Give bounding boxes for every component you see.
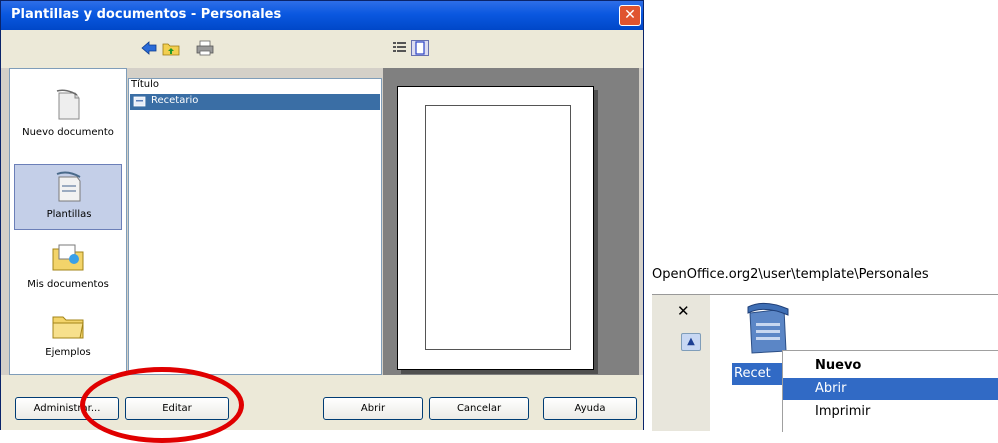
close-icon[interactable]: ✕ bbox=[677, 302, 690, 320]
nav-item-label: Plantillas bbox=[46, 209, 92, 220]
sidebar: Nuevo documento Plantillas Mis documento… bbox=[9, 68, 127, 375]
list-item[interactable]: Recetario bbox=[130, 94, 380, 110]
templates-dialog: Plantillas y documentos - Personales ✕ N… bbox=[0, 0, 644, 430]
templates-icon bbox=[56, 171, 81, 202]
preview-page-margin bbox=[425, 105, 571, 350]
editar-button[interactable]: Editar bbox=[125, 397, 229, 420]
preview-page bbox=[397, 86, 594, 370]
up-folder-icon[interactable] bbox=[162, 40, 180, 56]
menu-item-nuevo[interactable]: Nuevo bbox=[783, 355, 998, 377]
nav-item-label: Mis documentos bbox=[27, 279, 109, 290]
preview-pane bbox=[383, 68, 639, 375]
explorer-view: ✕ ▲ Recet Nuevo Abrir Imprimir bbox=[652, 294, 998, 432]
preview-icon[interactable] bbox=[411, 40, 429, 56]
document-properties-icon[interactable] bbox=[391, 40, 409, 56]
list-item-label: Recetario bbox=[151, 95, 199, 106]
nav-item-templates[interactable]: Plantillas bbox=[14, 164, 122, 230]
ayuda-button[interactable]: Ayuda bbox=[543, 397, 637, 420]
scroll-up-button[interactable]: ▲ bbox=[681, 333, 701, 351]
nav-item-label: Ejemplos bbox=[45, 347, 91, 358]
explorer-side-panel: ✕ ▲ bbox=[652, 295, 710, 431]
nav-item-new-document[interactable]: Nuevo documento bbox=[14, 83, 122, 149]
administrar-button[interactable]: Administrar... bbox=[15, 397, 119, 420]
menu-item-imprimir[interactable]: Imprimir bbox=[783, 401, 998, 423]
examples-icon bbox=[52, 316, 84, 339]
close-button[interactable]: ✕ bbox=[619, 5, 641, 26]
dialog-title: Plantillas y documentos - Personales bbox=[11, 7, 282, 22]
toolbar bbox=[1, 30, 643, 68]
column-header-title[interactable]: Título bbox=[131, 79, 159, 90]
template-file-icon[interactable] bbox=[744, 299, 792, 355]
template-file-icon bbox=[133, 96, 146, 107]
template-list[interactable]: Título Recetario bbox=[128, 78, 382, 375]
title-bar[interactable]: Plantillas y documentos - Personales ✕ bbox=[1, 1, 643, 30]
new-document-icon bbox=[56, 89, 80, 120]
folder-path: OpenOffice.org2\user\template\Personales bbox=[652, 267, 929, 282]
my-documents-icon bbox=[52, 244, 84, 271]
back-icon[interactable] bbox=[140, 40, 158, 56]
abrir-button[interactable]: Abrir bbox=[323, 397, 423, 420]
cancelar-button[interactable]: Cancelar bbox=[429, 397, 529, 420]
nav-item-label: Nuevo documento bbox=[22, 127, 114, 138]
nav-item-examples[interactable]: Ejemplos bbox=[14, 303, 122, 369]
file-label[interactable]: Recet bbox=[732, 363, 784, 385]
print-icon[interactable] bbox=[196, 40, 214, 56]
context-menu: Nuevo Abrir Imprimir bbox=[782, 350, 998, 432]
nav-item-my-documents[interactable]: Mis documentos bbox=[14, 235, 122, 301]
menu-item-abrir[interactable]: Abrir bbox=[783, 378, 998, 400]
